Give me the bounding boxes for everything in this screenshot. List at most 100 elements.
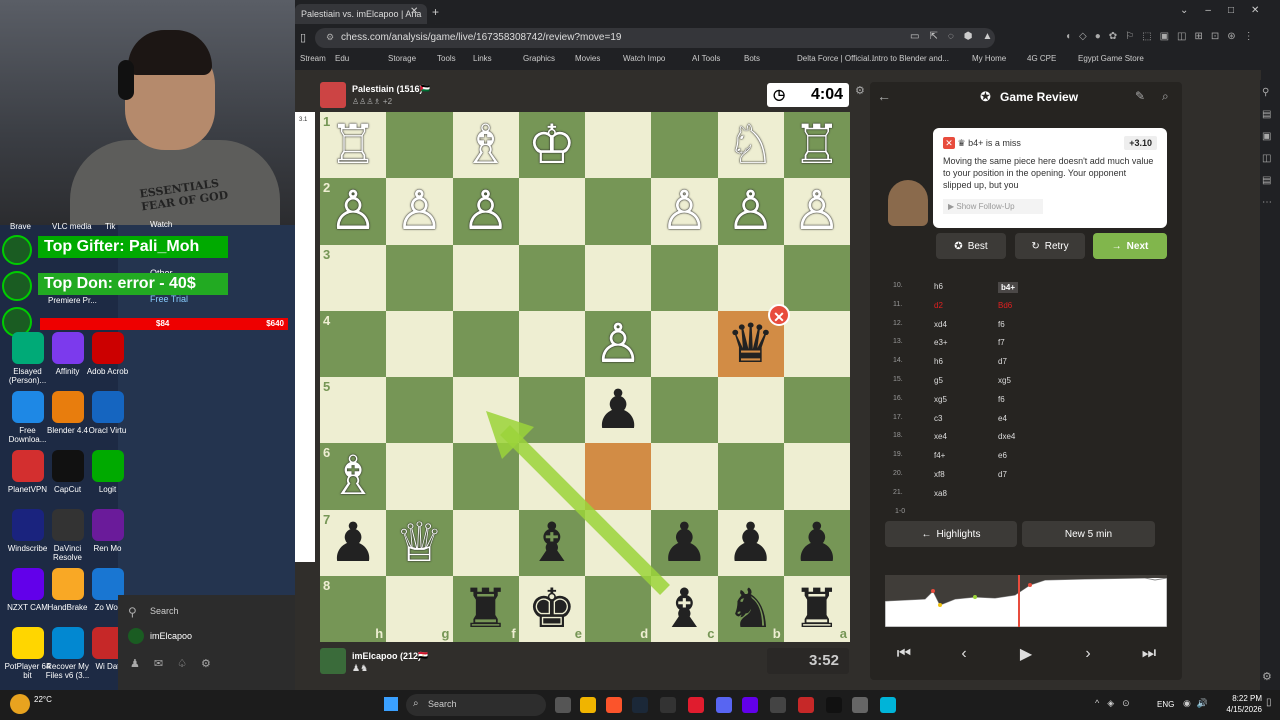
clock-date[interactable]: 4/15/2026 <box>1214 705 1262 714</box>
last-move-icon[interactable]: ⏭ <box>1123 640 1175 668</box>
bookmark-item[interactable]: Watch Impo <box>623 54 665 63</box>
white-move[interactable]: xf8 <box>934 470 945 479</box>
start-search-input[interactable]: Search <box>150 606 179 616</box>
app-icon[interactable] <box>798 697 814 713</box>
black-move[interactable]: d7 <box>998 470 1007 479</box>
best-button[interactable]: ✪ Best <box>936 233 1006 259</box>
bookmark-item[interactable]: Links <box>473 54 492 63</box>
black-move[interactable]: f7 <box>998 338 1005 347</box>
close-tab-icon[interactable]: ✕ <box>410 6 418 17</box>
white-move[interactable]: xe4 <box>934 432 947 441</box>
steam-icon[interactable] <box>632 697 648 713</box>
black-move[interactable]: f6 <box>998 395 1005 404</box>
start-menu-panel: ⚲ Search imElcapoo ♟✉♤⚙ <box>118 595 295 690</box>
bookmark-item[interactable]: Graphics <box>523 54 555 63</box>
bookmark-item[interactable]: AI Tools <box>692 54 720 63</box>
zoom-icon[interactable]: ⌕ <box>1162 89 1169 104</box>
tray-icons[interactable]: ^◈⊙ <box>1095 698 1138 709</box>
address-bar[interactable]: chess.com/analysis/game/live/16735830874… <box>315 28 995 48</box>
new-game-button[interactable]: New 5 min <box>1022 521 1155 547</box>
desktop-icon[interactable]: Adob Acrob <box>80 332 135 391</box>
app-icon[interactable] <box>770 697 786 713</box>
black-move[interactable]: e4 <box>998 414 1007 423</box>
white-move[interactable]: xd4 <box>934 320 947 329</box>
bookmark-item[interactable]: Movies <box>575 54 600 63</box>
site-info-icon[interactable]: ⚙ <box>326 32 334 43</box>
black-move[interactable]: dxe4 <box>998 432 1015 441</box>
desktop-icon[interactable]: Oracl Virtu <box>80 391 135 450</box>
sidebar-icons[interactable]: ⚲ ▤ ▣ ◫ ▤ ⋯ <box>1262 82 1276 214</box>
first-move-icon[interactable]: ⏮ <box>878 640 930 668</box>
pin-icon[interactable]: ✎ <box>1135 89 1145 103</box>
start-menu-icons[interactable]: ♟✉♤⚙ <box>130 657 225 670</box>
bookmark-item[interactable]: Edu <box>335 54 349 63</box>
white-move[interactable]: g5 <box>934 376 943 385</box>
user-avatar <box>128 628 144 644</box>
bottom-player-name[interactable]: imElcapoo (212) <box>352 651 421 661</box>
settings-icon[interactable] <box>852 697 868 713</box>
settings-gear-icon[interactable]: ⚙ <box>855 84 865 97</box>
eval-graph[interactable] <box>885 575 1167 627</box>
app-icon[interactable] <box>660 697 676 713</box>
language-indicator[interactable]: ENG <box>1157 700 1174 709</box>
bookmark-item[interactable]: 4G CPE <box>1027 54 1056 63</box>
start-user-name[interactable]: imElcapoo <box>150 631 192 641</box>
extension-icons[interactable]: ◖◇●✿⚐⬚▣◫⊞⊡⊛⋮ <box>1065 31 1262 42</box>
app-icon <box>11 332 44 364</box>
app-icon <box>51 627 84 659</box>
white-move[interactable]: f4+ <box>934 451 945 460</box>
obs-icon[interactable] <box>826 697 842 713</box>
white-move[interactable]: xa8 <box>934 489 947 498</box>
black-move[interactable]: xg5 <box>998 376 1011 385</box>
app-icon[interactable] <box>880 697 896 713</box>
toolbar-icons[interactable]: ▭⇱◌⬢▲ <box>910 31 1002 42</box>
bookmark-item[interactable]: Bots <box>744 54 760 63</box>
retry-button[interactable]: ↻ Retry <box>1015 233 1085 259</box>
black-move[interactable]: e6 <box>998 451 1007 460</box>
black-move[interactable]: d7 <box>998 357 1007 366</box>
play-icon[interactable]: ▶ <box>1000 640 1052 668</box>
bookmark-item[interactable]: Egypt Game Store <box>1078 54 1144 63</box>
task-view-icon[interactable] <box>555 697 571 713</box>
bookmark-icon[interactable]: ▯ <box>300 31 306 44</box>
black-move[interactable]: b4+ <box>998 282 1019 293</box>
next-button[interactable]: → Next <box>1093 233 1167 259</box>
highlights-button[interactable]: ← Highlights <box>885 521 1017 547</box>
nzxt-icon[interactable] <box>742 697 758 713</box>
notification-icon[interactable]: ▯ <box>1266 697 1272 708</box>
next-move-icon[interactable]: › <box>1062 640 1114 668</box>
bookmark-item[interactable]: Delta Force | Official... <box>797 54 876 63</box>
file-explorer-icon[interactable] <box>580 697 596 713</box>
show-follow-up-button[interactable]: ▶ Show Follow-Up <box>943 199 1043 214</box>
white-move[interactable]: xg5 <box>934 395 947 404</box>
brave-icon[interactable] <box>606 697 622 713</box>
white-move[interactable]: h6 <box>934 282 943 291</box>
clock-time[interactable]: 8:22 PM <box>1222 694 1262 703</box>
bookmark-item[interactable]: Stream <box>300 54 326 63</box>
back-arrow-icon[interactable]: ← <box>877 88 891 104</box>
network-volume-icons[interactable]: ◉🔊 <box>1183 698 1214 709</box>
white-move[interactable]: d2 <box>934 301 943 310</box>
black-move[interactable]: Bd6 <box>998 301 1012 310</box>
desktop-icon[interactable]: Ren Mo <box>80 509 135 568</box>
taskbar-search[interactable]: Search <box>406 694 546 716</box>
bookmark-item[interactable]: Tools <box>437 54 456 63</box>
window-controls[interactable]: ⌄–□✕ <box>1180 5 1276 16</box>
white-move[interactable]: h6 <box>934 357 943 366</box>
app-icon[interactable] <box>688 697 704 713</box>
desktop-icon[interactable]: Logit <box>80 450 135 509</box>
top-player-name[interactable]: Palestiain (1516) <box>352 84 423 94</box>
discord-icon[interactable] <box>716 697 732 713</box>
windows-start-icon[interactable] <box>384 697 398 711</box>
weather-icon[interactable] <box>10 694 30 714</box>
bookmark-item[interactable]: Intro to Blender and... <box>872 54 949 63</box>
sidebar-settings-icon[interactable]: ⚙ <box>1262 670 1272 683</box>
black-move[interactable]: f6 <box>998 320 1005 329</box>
tab-chess-review[interactable]: Palestiain vs. imElcapoo | Ana <box>295 4 427 24</box>
white-move[interactable]: e3+ <box>934 338 948 347</box>
bookmark-item[interactable]: My Home <box>972 54 1006 63</box>
white-move[interactable]: c3 <box>934 414 942 423</box>
new-tab-icon[interactable]: + <box>432 5 439 19</box>
bookmark-item[interactable]: Storage <box>388 54 416 63</box>
previous-move-icon[interactable]: ‹ <box>938 640 990 668</box>
